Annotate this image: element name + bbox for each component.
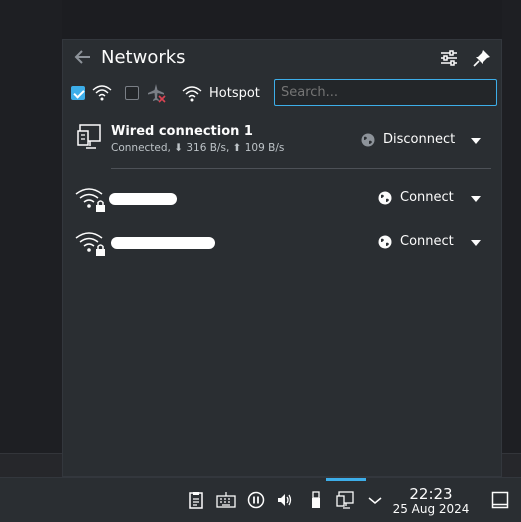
network-name-redacted — [109, 193, 177, 205]
expand-chevron-icon[interactable] — [471, 240, 481, 246]
connection-name: Wired connection 1 — [111, 124, 253, 139]
wifi-network-item[interactable]: Connect — [63, 180, 501, 220]
networks-popup: Networks Hotspot Search... Wired connect… — [62, 39, 502, 477]
connection-status: Connected, ⬇ 316 B/s, ⬆ 109 B/s — [111, 142, 285, 154]
connect-button[interactable]: Connect — [378, 234, 454, 249]
search-input[interactable] — [274, 79, 497, 106]
configure-icon[interactable] — [440, 49, 458, 67]
network-name-redacted — [111, 237, 215, 249]
wifi-network-item[interactable]: Connect — [63, 224, 501, 264]
desktop-background-right — [502, 0, 521, 455]
airplane-mode-icon — [148, 84, 166, 103]
disconnect-label: Disconnect — [383, 132, 456, 147]
wired-connection-item[interactable]: Wired connection 1 Connected, ⬇ 316 B/s,… — [63, 118, 501, 164]
wifi-icon — [92, 85, 112, 101]
globe-icon — [378, 191, 392, 204]
globe-icon — [361, 133, 375, 146]
section-divider — [111, 168, 491, 169]
page-title: Networks — [101, 47, 186, 68]
back-arrow-icon[interactable] — [73, 47, 93, 67]
popup-header: Networks — [63, 40, 501, 78]
connect-button[interactable]: Connect — [378, 190, 454, 205]
volume-icon[interactable] — [276, 491, 294, 509]
media-pause-icon[interactable] — [247, 491, 265, 509]
disconnect-button[interactable]: Disconnect — [361, 132, 455, 147]
chevron-down-icon[interactable] — [366, 491, 384, 509]
show-desktop-icon[interactable] — [491, 491, 509, 509]
clock-date[interactable]: 25 Aug 2024 — [388, 502, 474, 516]
wired-network-icon — [77, 124, 101, 149]
wifi-secured-icon — [75, 232, 105, 256]
expand-chevron-icon[interactable] — [471, 196, 481, 202]
airplane-mode-checkbox[interactable] — [125, 86, 139, 100]
active-indicator — [326, 478, 366, 481]
network-toolbar: Hotspot — [63, 78, 501, 110]
globe-icon — [378, 235, 392, 248]
clipboard-icon[interactable] — [187, 491, 205, 509]
hotspot-label[interactable]: Hotspot — [209, 86, 260, 101]
clock-time[interactable]: 22:23 — [396, 485, 466, 503]
hotspot-icon[interactable] — [181, 82, 203, 104]
taskbar: 22:23 25 Aug 2024 — [0, 477, 521, 522]
keyboard-icon[interactable] — [216, 491, 236, 509]
expand-chevron-icon[interactable] — [471, 138, 481, 144]
network-tray-icon[interactable] — [336, 491, 354, 509]
wifi-secured-icon — [75, 188, 105, 212]
usb-device-icon[interactable] — [307, 491, 325, 509]
desktop-background-left — [0, 0, 62, 455]
connect-label: Connect — [400, 190, 454, 205]
wifi-enable-checkbox[interactable] — [71, 86, 85, 100]
connect-label: Connect — [400, 234, 454, 249]
pin-icon[interactable] — [473, 49, 491, 67]
